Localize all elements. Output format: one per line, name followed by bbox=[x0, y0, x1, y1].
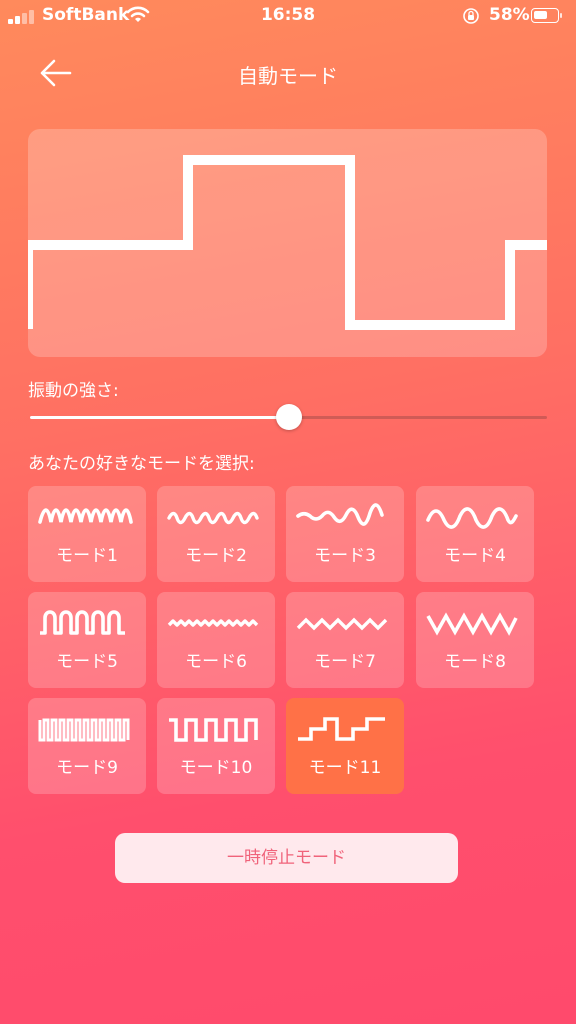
mode-tile-4[interactable]: モード4 bbox=[416, 486, 534, 582]
wave-mode-2-icon bbox=[167, 511, 259, 525]
wave-mode-1-icon bbox=[38, 508, 133, 524]
mode-label: モード7 bbox=[314, 652, 376, 672]
mode-tile-3[interactable]: モード3 bbox=[286, 486, 404, 582]
wave-mode-4-icon bbox=[426, 507, 518, 529]
orientation-lock-icon bbox=[463, 8, 479, 24]
mode-tile-9[interactable]: モード9 bbox=[28, 698, 146, 794]
page-title: 自動モード bbox=[238, 64, 338, 88]
mode-label: モード6 bbox=[185, 652, 247, 672]
wave-mode-6-icon bbox=[167, 619, 259, 627]
waveform-graph bbox=[28, 155, 547, 330]
status-bar: SoftBank 16:58 58% bbox=[0, 0, 576, 32]
battery-percentage: 58% bbox=[489, 5, 530, 25]
mode-label: モード2 bbox=[185, 546, 247, 566]
mode-tile-10[interactable]: モード10 bbox=[157, 698, 275, 794]
wave-mode-10-icon bbox=[169, 718, 258, 742]
wave-mode-3-icon bbox=[296, 503, 384, 526]
mode-tile-5[interactable]: モード5 bbox=[28, 592, 146, 688]
wave-mode-8-icon bbox=[426, 612, 518, 636]
mode-tile-7[interactable]: モード7 bbox=[286, 592, 404, 688]
slider-thumb[interactable] bbox=[275, 404, 302, 430]
mode-tile-6[interactable]: モード6 bbox=[157, 592, 275, 688]
mode-tile-1[interactable]: モード1 bbox=[28, 486, 146, 582]
pause-mode-button[interactable]: 一時停止モード bbox=[115, 833, 458, 883]
mode-label: モード3 bbox=[314, 546, 376, 566]
mode-tile-11[interactable]: モード11 bbox=[286, 698, 404, 794]
mode-label: モード9 bbox=[56, 758, 118, 778]
mode-tile-8[interactable]: モード8 bbox=[416, 592, 534, 688]
battery-cap bbox=[560, 13, 562, 18]
wave-mode-5-icon bbox=[40, 610, 125, 635]
intensity-slider[interactable] bbox=[30, 402, 547, 432]
mode-label: モード11 bbox=[308, 758, 382, 778]
waveform-preview bbox=[28, 129, 547, 357]
wave-mode-7-icon bbox=[296, 617, 388, 631]
wave-mode-9-icon bbox=[38, 718, 130, 742]
intensity-label: 振動の強さ: bbox=[28, 381, 119, 401]
mode-select-label: あなたの好きなモードを選択: bbox=[28, 454, 255, 474]
battery-icon bbox=[531, 8, 559, 23]
wave-mode-11-icon bbox=[298, 717, 385, 741]
mode-label: モード5 bbox=[56, 652, 118, 672]
mode-tile-2[interactable]: モード2 bbox=[157, 486, 275, 582]
mode-label: モード8 bbox=[444, 652, 506, 672]
slider-fill bbox=[30, 416, 289, 419]
mode-label: モード10 bbox=[179, 758, 253, 778]
mode-label: モード1 bbox=[56, 546, 118, 566]
mode-label: モード4 bbox=[444, 546, 506, 566]
